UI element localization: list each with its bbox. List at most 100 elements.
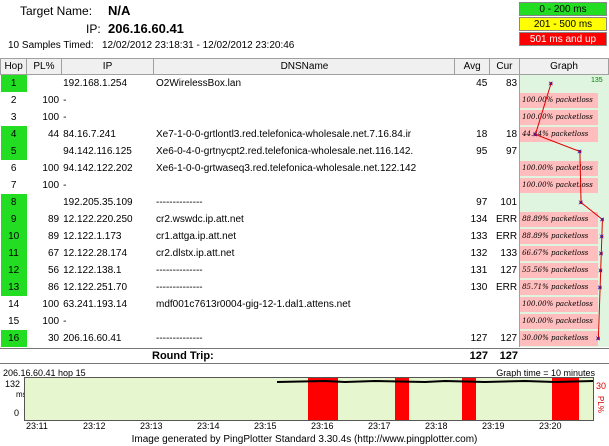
- avg-latency: [455, 160, 489, 177]
- packet-loss-bar: 100.00% packetloss: [520, 313, 599, 329]
- avg-latency: 95: [476, 145, 488, 157]
- time-tick-label: 23:17: [368, 421, 391, 431]
- avg-latency: 133: [470, 230, 488, 242]
- packet-loss-bar: 88.89% packetloss: [520, 211, 599, 227]
- time-tick-label: 23:11: [26, 421, 48, 431]
- hop-graph-cell: 100.00% packetloss: [519, 295, 609, 313]
- table-row[interactable]: 2 100- 100.00% packetloss: [1, 91, 609, 109]
- table-row[interactable]: 16 30 206.16.60.41 -------------- 127 127 30.0…: [0, 329, 609, 347]
- col-graph[interactable]: Graph: [519, 58, 609, 75]
- ip-address: -: [63, 111, 67, 123]
- ip-address: 12.122.1.173: [63, 230, 122, 242]
- time-tick-label: 23:16: [311, 421, 334, 431]
- dns-name: [154, 177, 455, 194]
- pl-axis-label: PL%: [596, 396, 605, 413]
- col-dnsname[interactable]: DNSName: [153, 58, 456, 75]
- table-row[interactable]: 4 44 84.16.7.241 Xe7-1-0-0-grtlontl3.red.te…: [0, 125, 609, 143]
- dns-name: --------------: [155, 196, 203, 208]
- dns-name: O2WirelessBox.lan: [155, 77, 242, 89]
- avg-latency: 134: [470, 213, 488, 225]
- time-tick-label: 23:18: [425, 421, 448, 431]
- ip-address: 94.142.116.125: [63, 145, 132, 157]
- packet-loss-block: [308, 378, 338, 420]
- dns-name: [154, 109, 455, 126]
- table-row[interactable]: 15 100- 100.00% packetloss: [1, 312, 609, 330]
- ip-address: 12.122.251.70: [63, 281, 128, 293]
- hop-number: 10: [0, 227, 27, 245]
- samples-label: 10 Samples Timed: 12/02/2012 23:18:31 - …: [8, 40, 294, 51]
- cur-latency: [489, 313, 519, 330]
- col-hop[interactable]: Hop: [0, 58, 28, 75]
- dns-name: --------------: [155, 264, 203, 276]
- y-tick-bottom: 0: [14, 408, 20, 418]
- table-row[interactable]: 6 100 94.142.122.202 Xe6-1-0-0-grtwaseq3.re…: [1, 159, 609, 177]
- table-row[interactable]: 13 86 12.122.251.70 -------------- 130 ERR 85.…: [0, 278, 609, 296]
- packet-loss: [27, 75, 61, 92]
- time-tick-label: 23:20: [539, 421, 562, 431]
- hop-graph-cell: 30.00% packetloss: [519, 329, 609, 347]
- hop-number: 16: [0, 329, 27, 347]
- packet-loss-block: [395, 378, 409, 420]
- dns-name: cr2.wswdc.ip.att.net: [155, 213, 244, 225]
- ip-address: -: [63, 94, 67, 106]
- samples-count: 10 Samples Timed:: [8, 40, 94, 51]
- packet-loss-block: [552, 378, 566, 420]
- table-row[interactable]: 12 56 12.122.138.1 -------------- 131 127 55.5…: [0, 261, 609, 279]
- table-row[interactable]: 7 100- 100.00% packetloss: [1, 176, 609, 194]
- dns-name: --------------: [155, 332, 203, 344]
- packet-loss-bar: 100.00% packetloss: [520, 296, 599, 312]
- table-row[interactable]: 11 67 12.122.28.174 cr2.dlstx.ip.att.net 132…: [0, 244, 609, 262]
- packet-loss-bar: 30.00% packetloss: [520, 330, 599, 346]
- col-ip[interactable]: IP: [60, 58, 155, 75]
- table-row[interactable]: 1 192.168.1.254 O2WirelessBox.lan 45 83: [0, 74, 609, 92]
- hop-number: 8: [0, 193, 27, 211]
- col-pl[interactable]: PL%: [26, 58, 62, 75]
- hop-number: 13: [0, 278, 27, 296]
- packet-loss: 100: [42, 179, 60, 191]
- ip-address: -: [63, 315, 67, 327]
- dns-name: [154, 313, 455, 330]
- ip-address: 12.122.28.174: [63, 247, 128, 259]
- table-row[interactable]: 5 94.142.116.125 Xe6-0-4-0-grtnycpt2.red.t…: [0, 142, 609, 160]
- hop-table: Hop PL% IP DNSName Avg Cur Graph 1 192.16…: [0, 58, 609, 347]
- round-trip-cur: 127: [499, 350, 518, 362]
- avg-latency: 127: [470, 332, 488, 344]
- avg-latency: [455, 296, 489, 313]
- y-tick-top: 132: [5, 379, 21, 389]
- col-avg[interactable]: Avg: [454, 58, 490, 75]
- cur-latency: [489, 160, 519, 177]
- hop-graph-cell: 88.89% packetloss: [519, 210, 609, 228]
- packet-loss: 89: [47, 213, 60, 225]
- hop-number: 1: [0, 74, 27, 92]
- table-row[interactable]: 8 192.205.35.109 -------------- 97 101: [0, 193, 609, 211]
- packet-loss: 30: [47, 332, 60, 344]
- latency-trace: [276, 379, 594, 384]
- hop-graph-cell: 88.89% packetloss: [519, 227, 609, 245]
- avg-latency: 130: [470, 281, 488, 293]
- time-graph-plot[interactable]: [24, 377, 594, 421]
- table-row[interactable]: 10 89 12.122.1.173 cr1.attga.ip.att.net 133 E…: [0, 227, 609, 245]
- packet-loss-bar: 55.56% packetloss: [520, 262, 599, 278]
- packet-loss: 100: [42, 298, 60, 310]
- dns-name: Xe6-0-4-0-grtnycpt2.red.telefonica-whole…: [155, 145, 414, 157]
- cur-latency: 18: [505, 128, 518, 140]
- table-row[interactable]: 9 89 12.122.220.250 cr2.wswdc.ip.att.net 134…: [0, 210, 609, 228]
- table-row[interactable]: 3 100- 100.00% packetloss: [1, 108, 609, 126]
- ip-address: 12.122.138.1: [63, 264, 122, 276]
- hop-graph-cell: 66.67% packetloss: [519, 244, 609, 262]
- col-cur[interactable]: Cur: [488, 58, 521, 75]
- packet-loss: 44: [47, 128, 60, 140]
- time-tick-label: 23:19: [482, 421, 505, 431]
- packet-loss: 56: [47, 264, 60, 276]
- packet-loss-block: [565, 378, 579, 420]
- ip-address: -: [63, 179, 67, 191]
- table-row[interactable]: 14 100 63.241.193.14 mdf001c7613r0004-gig-1…: [1, 295, 609, 313]
- dns-name: mdf001c7613r0004-gig-12-1.dal1.attens.ne…: [155, 298, 351, 310]
- cur-latency: 133: [500, 247, 518, 259]
- hop-graph-cell: 100.00% packetloss: [519, 91, 609, 109]
- table-header-row: Hop PL% IP DNSName Avg Cur Graph: [0, 58, 609, 75]
- cur-latency: ERR: [495, 230, 518, 242]
- pl-tick: 30: [596, 381, 607, 391]
- cur-latency: [489, 296, 519, 313]
- hop-graph-cell: 44.44% packetloss: [519, 125, 609, 143]
